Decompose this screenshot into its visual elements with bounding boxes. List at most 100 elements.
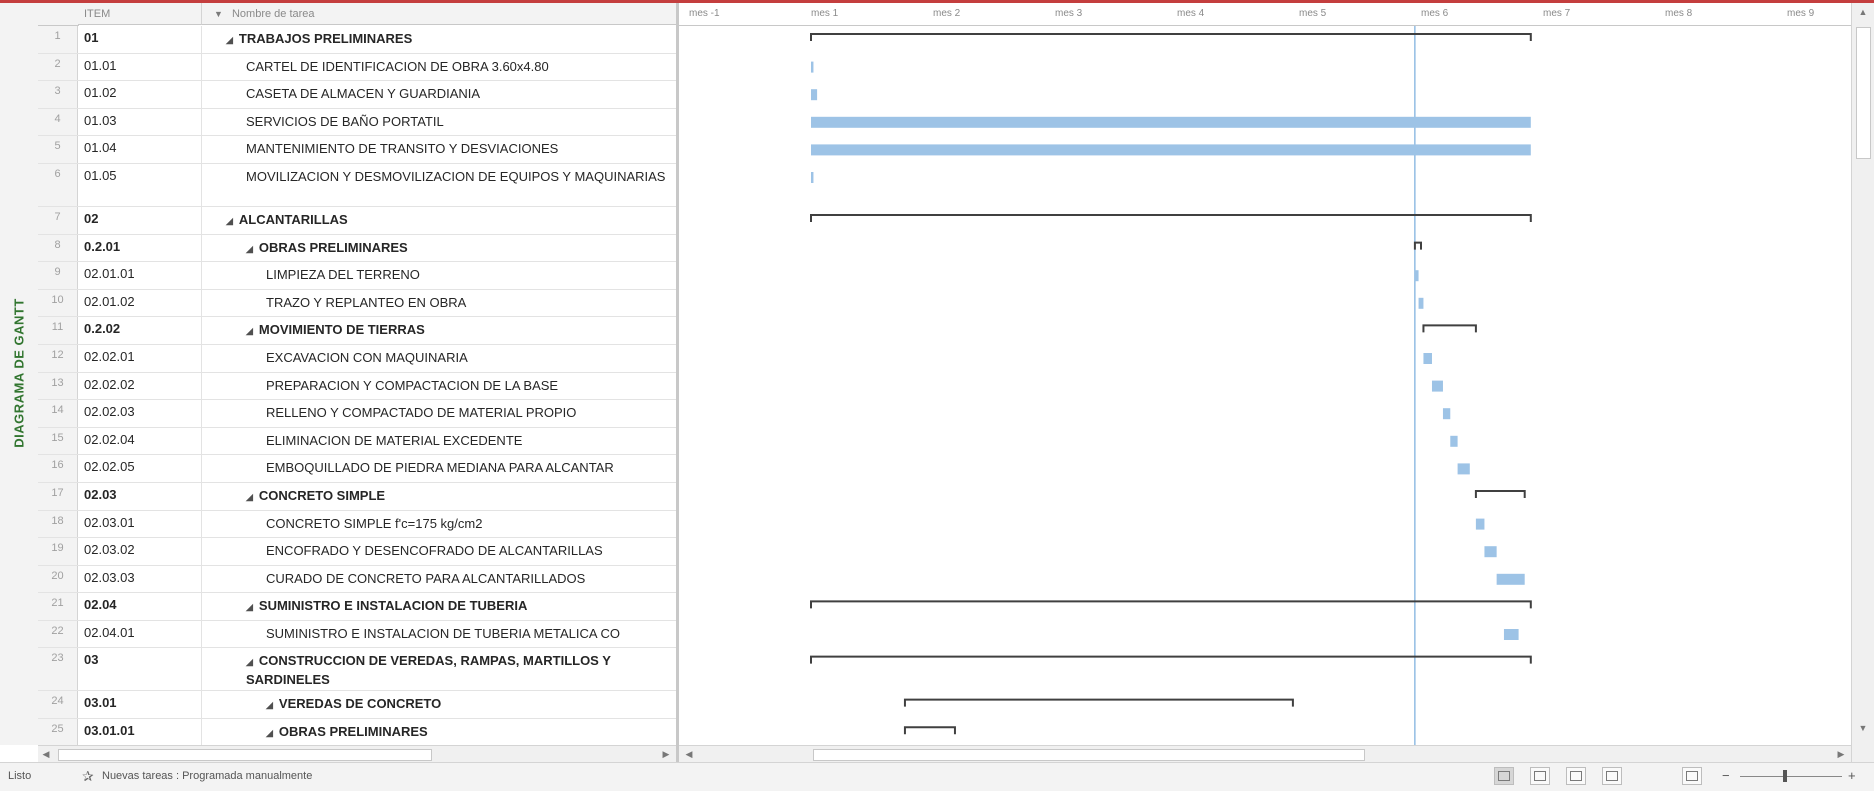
item-cell[interactable]: 0.2.02	[78, 317, 202, 344]
item-cell[interactable]: 02.02.04	[78, 427, 202, 455]
row-number[interactable]: 25	[38, 719, 78, 746]
task-name-cell[interactable]: EXCAVACION CON MAQUINARIA	[202, 345, 676, 372]
row-number[interactable]: 4	[38, 108, 78, 136]
task-name-cell[interactable]: RELLENO Y COMPACTADO DE MATERIAL PROPIO	[202, 400, 676, 427]
item-cell[interactable]: 02.03	[78, 482, 202, 510]
task-bar[interactable]	[811, 172, 814, 183]
pin-icon[interactable]: ✰	[82, 768, 94, 785]
summary-bar[interactable]	[810, 214, 1532, 222]
task-bar[interactable]	[1431, 380, 1443, 392]
item-cell[interactable]: 02.04	[78, 593, 202, 620]
table-row[interactable]: 2 01.01 CARTEL DE IDENTIFICACION DE OBRA 3…	[38, 53, 676, 82]
item-cell[interactable]: 02.01.02	[78, 289, 202, 317]
summary-bar[interactable]	[810, 600, 1532, 609]
item-cell[interactable]: 02.03.03	[78, 565, 202, 593]
table-row[interactable]: 4 01.03 SERVICIOS DE BAÑO PORTATIL	[38, 108, 676, 137]
task-bar[interactable]	[1496, 573, 1525, 585]
vertical-scrollbar[interactable]: ▲ ▼	[1851, 3, 1874, 762]
zoom-in-icon[interactable]: +	[1848, 768, 1856, 783]
summary-bar[interactable]	[810, 655, 1532, 664]
collapse-triangle-icon[interactable]: ◢	[246, 326, 253, 336]
table-row[interactable]: 24 03.01 ◢ VEREDAS DE CONCRETO	[38, 691, 676, 720]
task-bar[interactable]	[811, 61, 814, 73]
collapse-triangle-icon[interactable]: ◢	[266, 728, 273, 738]
item-cell[interactable]: 02	[78, 206, 202, 234]
row-number[interactable]: 14	[38, 400, 78, 427]
resource-sheet-button[interactable]	[1602, 767, 1622, 785]
summary-bar[interactable]	[903, 726, 956, 735]
table-row[interactable]: 18 02.03.01 CONCRETO SIMPLE f'c=175 kg/cm2	[38, 510, 676, 539]
collapse-triangle-icon[interactable]: ◢	[266, 700, 273, 710]
row-number[interactable]: 20	[38, 565, 78, 593]
summary-bar[interactable]	[1474, 490, 1526, 498]
task-name-cell[interactable]: ◢ TRABAJOS PRELIMINARES	[202, 26, 676, 53]
table-row[interactable]: 23 03 ◢ CONSTRUCCION DE VEREDAS, RAMPAS, MA…	[38, 648, 676, 692]
item-cell[interactable]: 03.01	[78, 691, 202, 719]
row-number[interactable]: 19	[38, 538, 78, 565]
new-tasks-mode[interactable]: Nuevas tareas : Programada manualmente	[102, 770, 312, 782]
item-cell[interactable]: 02.02.02	[78, 372, 202, 400]
task-name-cell[interactable]: ◢ CONSTRUCCION DE VEREDAS, RAMPAS, MARTIL…	[202, 648, 676, 690]
task-name-cell[interactable]: MANTENIMIENTO DE TRANSITO Y DESVIACIONES	[202, 136, 676, 163]
item-cell[interactable]: 03	[78, 648, 202, 691]
task-name-cell[interactable]: PREPARACION Y COMPACTACION DE LA BASE	[202, 373, 676, 400]
scroll-left-icon[interactable]: ◀	[683, 748, 695, 760]
item-cell[interactable]: 02.03.01	[78, 510, 202, 538]
column-header-name[interactable]: ▼ Nombre de tarea	[202, 3, 676, 25]
table-row[interactable]: 7 02 ◢ ALCANTARILLAS	[38, 206, 676, 235]
row-number[interactable]: 6	[38, 163, 78, 206]
collapse-triangle-icon[interactable]: ◢	[246, 492, 253, 502]
column-header-item[interactable]: ITEM	[78, 3, 202, 25]
row-number[interactable]: 3	[38, 81, 78, 108]
summary-bar[interactable]	[1422, 324, 1477, 333]
task-name-cell[interactable]: MOVILIZACION Y DESMOVILIZACION DE EQUIPO…	[202, 164, 676, 206]
row-number[interactable]: 23	[38, 648, 78, 691]
vertical-scroll-thumb[interactable]	[1856, 27, 1871, 159]
collapse-triangle-icon[interactable]: ◢	[246, 244, 253, 254]
task-bar[interactable]	[1450, 435, 1458, 447]
row-number[interactable]: 11	[38, 317, 78, 344]
task-bar[interactable]	[1418, 297, 1424, 309]
row-number[interactable]: 24	[38, 691, 78, 719]
item-cell[interactable]: 02.02.03	[78, 400, 202, 427]
row-number[interactable]: 5	[38, 136, 78, 163]
table-row[interactable]: 16 02.02.05 EMBOQUILLADO DE PIEDRA MEDIANA…	[38, 455, 676, 483]
row-number[interactable]: 7	[38, 206, 78, 234]
row-number[interactable]: 8	[38, 234, 78, 262]
report-view-button[interactable]	[1682, 767, 1702, 785]
item-cell[interactable]: 01.03	[78, 108, 202, 136]
scroll-right-icon[interactable]: ▶	[660, 748, 672, 760]
task-name-cell[interactable]: ENCOFRADO Y DESENCOFRADO DE ALCANTARILLA…	[202, 538, 676, 565]
task-bar[interactable]	[1475, 518, 1485, 530]
table-row[interactable]: 12 02.02.01 EXCAVACION CON MAQUINARIA	[38, 344, 676, 373]
row-number[interactable]: 18	[38, 510, 78, 538]
item-cell[interactable]: 02.01.01	[78, 262, 202, 289]
task-name-cell[interactable]: SERVICIOS DE BAÑO PORTATIL	[202, 109, 676, 136]
row-number[interactable]: 22	[38, 620, 78, 648]
gantt-scroll-thumb[interactable]	[813, 749, 1365, 761]
scroll-left-icon[interactable]: ◀	[40, 748, 52, 760]
collapse-triangle-icon[interactable]: ◢	[226, 35, 233, 45]
item-cell[interactable]: 01.05	[78, 163, 202, 206]
scroll-right-icon[interactable]: ▶	[1835, 748, 1847, 760]
table-row[interactable]: 20 02.03.03 CURADO DE CONCRETO PARA ALCANT…	[38, 565, 676, 594]
scroll-down-icon[interactable]: ▼	[1857, 723, 1869, 735]
select-all-corner[interactable]	[38, 3, 79, 26]
task-bar[interactable]	[1414, 270, 1419, 282]
view-bar[interactable]: DIAGRAMA DE GANTT	[0, 3, 39, 745]
zoom-slider-thumb[interactable]	[1783, 770, 1787, 782]
table-row[interactable]: 11 0.2.02 ◢ MOVIMIENTO DE TIERRAS	[38, 317, 676, 345]
collapse-triangle-icon[interactable]: ◢	[246, 657, 253, 667]
table-row[interactable]: 25 03.01.01 ◢ OBRAS PRELIMINARES	[38, 719, 676, 747]
row-number[interactable]: 2	[38, 53, 78, 81]
table-row[interactable]: 9 02.01.01 LIMPIEZA DEL TERRENO	[38, 262, 676, 290]
task-name-cell[interactable]: CONCRETO SIMPLE f'c=175 kg/cm2	[202, 511, 676, 538]
task-bar[interactable]	[1423, 353, 1432, 364]
row-number[interactable]: 12	[38, 344, 78, 372]
task-name-cell[interactable]: CASETA DE ALMACEN Y GUARDIANIA	[202, 81, 676, 108]
row-number[interactable]: 10	[38, 289, 78, 317]
task-name-cell[interactable]: LIMPIEZA DEL TERRENO	[202, 262, 676, 289]
row-number[interactable]: 13	[38, 372, 78, 400]
task-bar[interactable]	[811, 144, 1531, 156]
zoom-slider[interactable]	[1740, 776, 1842, 777]
